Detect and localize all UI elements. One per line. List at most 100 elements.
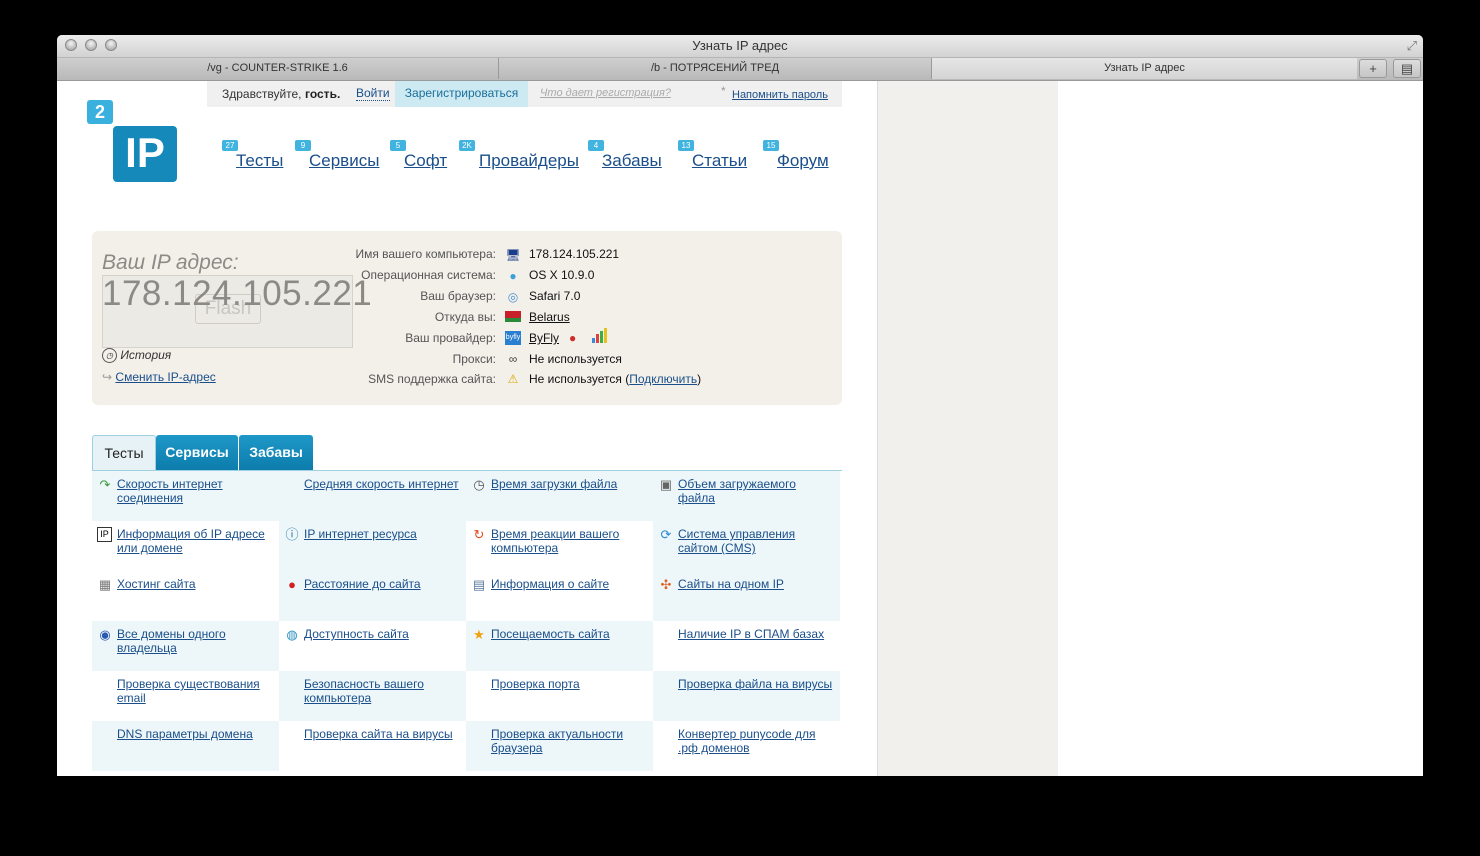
document-icon: ▤ — [472, 577, 486, 592]
nav-label[interactable]: Софт — [404, 151, 447, 170]
tool-cell: Проверка сайта на вирусы — [279, 721, 466, 771]
register-button[interactable]: Зарегистрироваться — [395, 81, 528, 107]
tool-link[interactable]: DNS параметры домена — [117, 727, 272, 741]
warning-icon: ⚠ — [507, 372, 519, 386]
registration-benefits-link[interactable]: Что дает регистрация? — [540, 87, 671, 99]
nav-services[interactable]: 9 Сервисы — [295, 140, 379, 171]
tool-link[interactable]: Расстояние до сайта — [304, 577, 459, 591]
nav-label[interactable]: Форум — [777, 151, 829, 170]
nav-badge: 5 — [390, 140, 406, 151]
tool-link[interactable]: Сайты на одном IP — [678, 577, 833, 591]
tool-link[interactable]: Конвертер punycode для .рф доменов — [678, 727, 833, 755]
tool-cell: ▦ Хостинг сайта — [92, 571, 279, 621]
tool-link[interactable]: Доступность сайта — [304, 627, 459, 641]
info-label: Ваш браузер: — [420, 289, 496, 303]
nav-articles[interactable]: 13 Статьи — [678, 140, 747, 171]
sms-value: Не используется (Подключить) — [529, 372, 701, 386]
tool-link[interactable]: Система управления сайтом (CMS) — [678, 527, 833, 555]
fullscreen-icon[interactable]: ⤢ — [1407, 38, 1417, 54]
tab-tests[interactable]: Тесты — [92, 435, 156, 471]
browser-value: Safari 7.0 — [529, 289, 581, 303]
login-link[interactable]: Войти — [356, 87, 390, 101]
tool-cell: Конвертер punycode для .рф доменов — [653, 721, 840, 771]
tool-link[interactable]: Наличие IP в СПАМ базах — [678, 627, 833, 641]
greeting-prefix: Здравствуйте, — [222, 87, 302, 101]
tool-link[interactable]: Посещаемость сайта — [491, 627, 646, 641]
logo-badge: 2 — [87, 100, 113, 124]
tool-link[interactable]: Безопасность вашего компьютера — [304, 677, 459, 705]
tool-link[interactable]: Проверка актуальности браузера — [491, 727, 646, 755]
sms-connect-link[interactable]: Подключить — [629, 372, 697, 386]
tool-link[interactable]: Объем загружаемого файла — [678, 477, 833, 505]
map-pin-icon: ● — [288, 577, 296, 592]
tool-link[interactable]: Все домены одного владельца — [117, 627, 272, 655]
history-item[interactable]: ◷ История — [102, 348, 171, 364]
tool-link[interactable]: Средняя скорость интернет — [304, 477, 459, 491]
tool-link[interactable]: Информация об IP адресе или домене — [117, 527, 272, 555]
tab-overview-icon[interactable]: ▤ — [1393, 59, 1421, 78]
tool-cell: Проверка актуальности браузера — [466, 721, 653, 771]
tool-link[interactable]: Время реакции вашего компьютера — [491, 527, 646, 555]
safari-icon: ◎ — [507, 290, 519, 304]
tool-cell: Проверка файла на вирусы — [653, 671, 840, 721]
nav-label[interactable]: Провайдеры — [479, 151, 579, 170]
tool-link[interactable]: Хостинг сайта — [117, 577, 272, 591]
new-tab-icon[interactable]: + — [1359, 59, 1387, 78]
country-link[interactable]: Belarus — [529, 310, 570, 324]
provider-link[interactable]: ByFly — [529, 331, 559, 345]
nav-label[interactable]: Тесты — [236, 151, 283, 170]
arrow-return-icon: ↪ — [102, 370, 113, 384]
tool-cell: Наличие IP в СПАМ базах — [653, 621, 840, 671]
tool-link[interactable]: Проверка сайта на вирусы — [304, 727, 459, 741]
change-ip-link[interactable]: Сменить IP-адрес — [115, 370, 215, 384]
tool-cell: ✣ Сайты на одном IP — [653, 571, 840, 621]
tool-link[interactable]: Проверка порта — [491, 677, 646, 691]
sms-status: Не используется ( — [529, 372, 630, 386]
tool-cell: ⟳ Система управления сайтом (CMS) — [653, 521, 840, 571]
tool-link[interactable]: Скорость интернет соединения — [117, 477, 272, 505]
browser-tab[interactable]: /vg - COUNTER-STRIKE 1.6 — [57, 58, 499, 79]
info-label: Ваш провайдер: — [405, 331, 496, 345]
browser-window: Узнать IP адрес ⤢ /vg - COUNTER-STRIKE 1… — [57, 35, 1423, 776]
nav-fun[interactable]: 4 Забавы — [588, 140, 662, 171]
tool-link[interactable]: IP интернет ресурса — [304, 527, 459, 541]
nav-software[interactable]: 5 Софт — [390, 140, 447, 171]
tool-cell: ◷ Время загрузки файла — [466, 471, 653, 521]
tool-cell: ↻ Время реакции вашего компьютера — [466, 521, 653, 571]
signal-bars-icon — [592, 328, 607, 343]
right-sidebar — [877, 81, 1058, 776]
info-label: Имя вашего компьютера: — [355, 247, 496, 261]
apple-icon: ● — [509, 269, 517, 283]
tool-cell: ▣ Объем загружаемого файла — [653, 471, 840, 521]
tool-cell: Средняя скорость интернет — [279, 471, 466, 521]
nav-label[interactable]: Забавы — [602, 151, 662, 170]
tool-cell: ★ Посещаемость сайта — [466, 621, 653, 671]
tool-cell: Проверка порта — [466, 671, 653, 721]
tab-fun[interactable]: Забавы — [239, 435, 313, 471]
nav-badge: 13 — [678, 140, 694, 151]
nav-tests[interactable]: 27 Тесты — [222, 140, 283, 171]
flag-icon — [505, 311, 521, 325]
greeting-user: гость. — [305, 87, 341, 101]
tool-link[interactable]: Проверка файла на вирусы — [678, 677, 833, 691]
speed-arrow-icon: ↷ — [99, 477, 111, 492]
remind-password-link[interactable]: Напомнить пароль — [732, 89, 828, 101]
change-ip-item[interactable]: ↪ Сменить IP-адрес — [102, 370, 216, 384]
nav-forum[interactable]: 15 Форум — [763, 140, 829, 171]
nav-providers[interactable]: 2K Провайдеры — [459, 140, 579, 171]
nav-label[interactable]: Статьи — [692, 151, 747, 170]
file-size-icon: ▣ — [659, 477, 673, 492]
tool-link[interactable]: Проверка существования email — [117, 677, 272, 705]
info-label: SMS поддержка сайта: — [368, 372, 496, 386]
browser-tab[interactable]: /b - ПОТРЯСЕНИЙ ТРЕД — [499, 58, 932, 79]
tool-link[interactable]: Информация о сайте — [491, 577, 646, 591]
globe-icon: ◍ — [286, 627, 298, 642]
byfly-icon: byfly — [505, 331, 521, 345]
tool-cell: ◉ Все домены одного владельца — [92, 621, 279, 671]
browser-tab-active[interactable]: Узнать IP адрес — [932, 58, 1357, 79]
clock-icon: ◷ — [473, 477, 485, 492]
reaction-icon: ↻ — [473, 527, 485, 542]
tool-link[interactable]: Время загрузки файла — [491, 477, 646, 491]
nav-label[interactable]: Сервисы — [309, 151, 379, 170]
tab-services[interactable]: Сервисы — [156, 435, 238, 471]
